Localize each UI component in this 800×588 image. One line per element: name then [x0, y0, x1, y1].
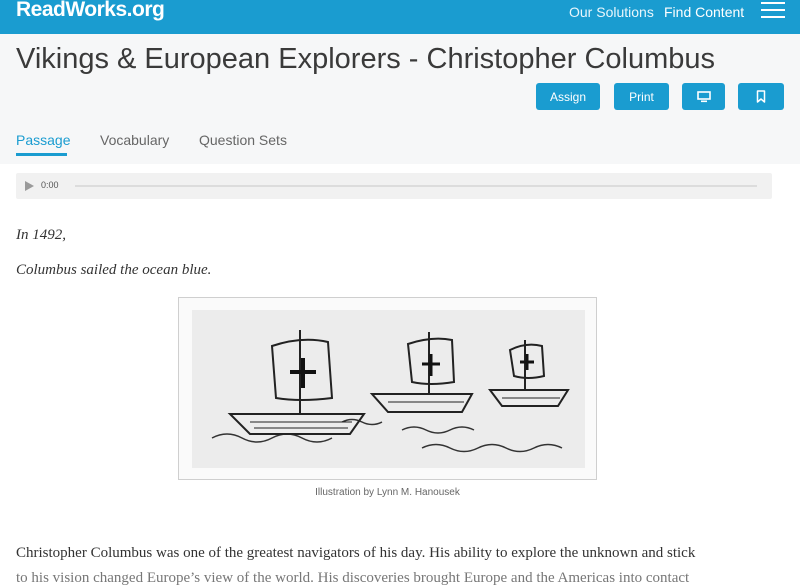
figure-caption: Illustration by Lynn M. Hanousek [315, 487, 460, 498]
poem-line-2: Columbus sailed the ocean blue. [16, 262, 212, 278]
tab-passage[interactable]: Passage [16, 132, 70, 148]
audio-player: 0:00 [16, 173, 772, 199]
page-title: Vikings & European Explorers - Christoph… [16, 43, 716, 75]
ships-illustration [192, 310, 585, 468]
tab-question-sets[interactable]: Question Sets [199, 132, 287, 148]
bookmark-button[interactable] [738, 83, 784, 110]
poem-line-1: In 1492, [16, 227, 66, 243]
passage-paragraph: Christopher Columbus was one of the grea… [16, 541, 776, 588]
monitor-icon [696, 90, 711, 102]
audio-time: 0:00 [41, 180, 59, 190]
passage-illustration [178, 297, 597, 480]
readworks-logo[interactable]: ReadWorks.org [16, 0, 165, 22]
hamburger-menu-icon[interactable] [761, 0, 785, 22]
play-icon[interactable] [25, 181, 34, 191]
print-button[interactable]: Print [614, 83, 669, 110]
paragraph-line-1: Christopher Columbus was one of the grea… [16, 545, 696, 561]
assign-button[interactable]: Assign [536, 83, 600, 110]
audio-progress-track[interactable] [75, 185, 757, 187]
nav-find-content[interactable]: Find Content [664, 4, 744, 20]
active-tab-indicator [16, 153, 67, 156]
bookmark-icon [756, 90, 766, 103]
tab-vocabulary[interactable]: Vocabulary [100, 132, 169, 148]
top-nav-bar: ReadWorks.org Our Solutions Find Content [0, 0, 800, 34]
present-button[interactable] [682, 83, 725, 110]
paragraph-line-2: to his vision changed Europe’s view of t… [16, 570, 690, 586]
nav-our-solutions[interactable]: Our Solutions [569, 4, 654, 20]
